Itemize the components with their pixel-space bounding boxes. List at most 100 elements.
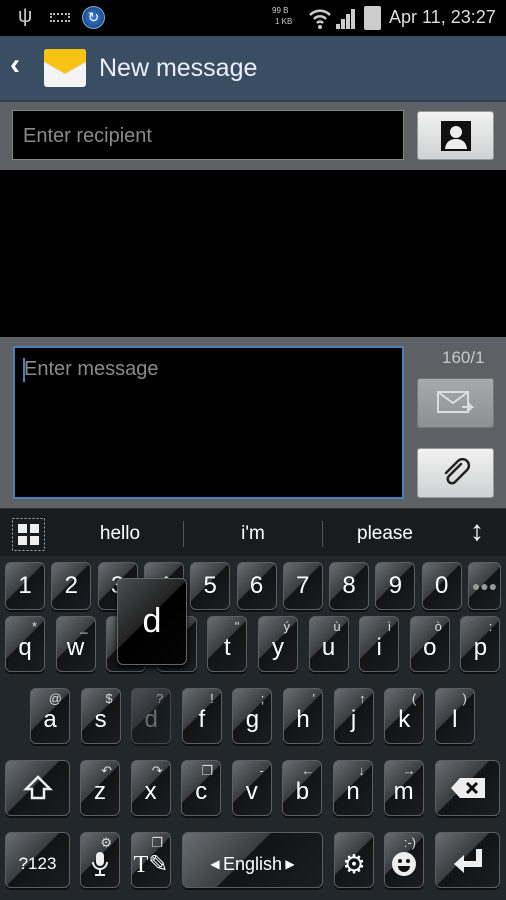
key-u[interactable]: ùu — [308, 616, 349, 672]
key-a[interactable]: @ a — [30, 688, 70, 744]
key-alt-label: : — [488, 619, 493, 634]
key-9[interactable]: 9 — [375, 562, 416, 610]
more-keys-key[interactable]: ●●● — [468, 562, 501, 610]
suggestion-1[interactable]: hello — [60, 523, 180, 545]
language-left-icon: ◀ — [210, 857, 223, 871]
key-label: s — [94, 706, 107, 733]
backspace-key[interactable] — [435, 760, 500, 816]
signal-icon — [336, 9, 355, 29]
key-alt-label: ý — [283, 619, 291, 634]
key-label: 8 — [342, 572, 356, 599]
char-counter: 160/1 — [442, 348, 485, 367]
key-label: 7 — [296, 572, 310, 599]
key-label: q — [18, 634, 32, 661]
key-c[interactable]: ❐ c — [181, 760, 222, 816]
key-o[interactable]: òo — [409, 616, 450, 672]
recipient-placeholder: Enter recipient — [23, 125, 152, 147]
message-input[interactable]: Enter message — [13, 346, 404, 499]
text-edit-key[interactable]: ❐ T✎ — [131, 832, 171, 888]
suggestion-3[interactable]: please — [325, 523, 445, 545]
backspace-icon — [450, 778, 485, 798]
key-label: 5 — [203, 572, 217, 599]
key-p[interactable]: :p — [460, 616, 501, 672]
action-bar: ‹ New message — [0, 36, 506, 102]
key-0[interactable]: 0 — [421, 562, 462, 610]
key-v[interactable]: -v — [231, 760, 272, 816]
key-s[interactable]: $ s — [80, 688, 121, 744]
symbols-key[interactable]: ?123 — [5, 832, 70, 888]
settings-small-icon: ⚙ — [100, 835, 112, 850]
key-k[interactable]: (k — [384, 688, 425, 744]
status-bar: ψ ↻ 99 B 1 KB Apr 11, 23:27 — [0, 0, 506, 36]
suggestion-2[interactable]: i'm — [193, 523, 313, 545]
key-alt-label: ù — [333, 619, 341, 634]
key-f[interactable]: ! f — [181, 688, 222, 744]
attach-button[interactable] — [417, 448, 494, 498]
key-2[interactable]: 2 — [51, 562, 92, 610]
key-alt-label: ( — [411, 691, 417, 706]
key-b[interactable]: ← b — [282, 760, 323, 816]
suggestion-bar: hello i'm please ↕ — [0, 508, 506, 556]
key-g[interactable]: ; g — [232, 688, 273, 744]
key-i[interactable]: ìi — [359, 616, 400, 672]
key-alt-label: * — [31, 619, 37, 634]
key-label: 9 — [388, 572, 403, 599]
clock: Apr 11, 23:27 — [389, 7, 496, 27]
key-label: j — [350, 706, 357, 733]
key-n[interactable]: ↓ n — [333, 760, 373, 816]
shift-key[interactable] — [5, 760, 70, 816]
symbols-label: ?123 — [18, 854, 57, 873]
settings-key[interactable]: ⚙ — [334, 832, 374, 888]
emoji-key[interactable]: :-) — [384, 832, 424, 888]
key-t[interactable]: " t — [207, 616, 248, 672]
key-x[interactable]: ↷ x — [130, 760, 171, 816]
recipient-bar: Enter recipient — [0, 102, 506, 170]
back-icon[interactable]: ‹ — [10, 48, 20, 82]
enter-icon — [453, 849, 482, 873]
language-right-icon: ▶ — [282, 857, 295, 871]
resize-arrows-icon[interactable]: ↕ — [470, 515, 484, 547]
key-d[interactable]: ? d — [131, 688, 172, 744]
key-label: v — [245, 778, 258, 805]
key-label: f — [198, 706, 206, 733]
grid-menu-icon[interactable] — [12, 518, 45, 551]
microphone-icon — [92, 852, 108, 876]
key-5[interactable]: 5 — [190, 562, 231, 610]
enter-key[interactable] — [435, 832, 500, 888]
keyboard: ?123 ⚙ ❐T✎ ◀ English ▶ ⚙ :-) 1234567890*… — [0, 556, 506, 900]
key-6[interactable]: 6 — [236, 562, 277, 610]
conversation-area — [0, 170, 506, 337]
smiley-icon — [392, 852, 416, 876]
key-alt-label: " — [234, 619, 240, 634]
key-j[interactable]: ↑ j — [333, 688, 374, 744]
key-h[interactable]: ' h — [283, 688, 323, 744]
key-7[interactable]: 7 — [282, 562, 323, 610]
text-edit-icon: T✎ — [133, 851, 169, 878]
key-q[interactable]: * q — [5, 616, 45, 672]
compose-bar: Enter message 160/1 — [0, 337, 506, 508]
contacts-button[interactable] — [417, 111, 494, 160]
key-label: p — [473, 634, 488, 661]
space-key[interactable]: ◀ English ▶ — [182, 832, 323, 888]
key-label: t — [224, 634, 231, 661]
key-8[interactable]: 8 — [329, 562, 370, 610]
key-z[interactable]: ↶ z — [80, 760, 120, 816]
send-button[interactable] — [417, 378, 494, 428]
key-label: x — [144, 778, 157, 805]
key-y[interactable]: ýy — [258, 616, 298, 672]
recipient-input[interactable]: Enter recipient — [12, 110, 404, 160]
key-alt-label: ↓ — [358, 763, 366, 778]
key-label: 1 — [18, 572, 32, 599]
key-1[interactable]: 1 — [5, 562, 45, 610]
key-label: h — [296, 706, 310, 733]
key-l[interactable]: ) l — [434, 688, 475, 744]
key-m[interactable]: → m — [383, 760, 424, 816]
key-w[interactable]: _ w — [55, 616, 96, 672]
key-label: u — [321, 634, 336, 661]
key-alt-label: @ — [48, 691, 62, 706]
key-alt-label: ! — [210, 691, 214, 706]
voice-input-key[interactable]: ⚙ — [80, 832, 120, 888]
key-alt-label: ò — [434, 619, 442, 634]
key-label: w — [66, 634, 85, 661]
key-alt-label: → — [402, 763, 416, 778]
